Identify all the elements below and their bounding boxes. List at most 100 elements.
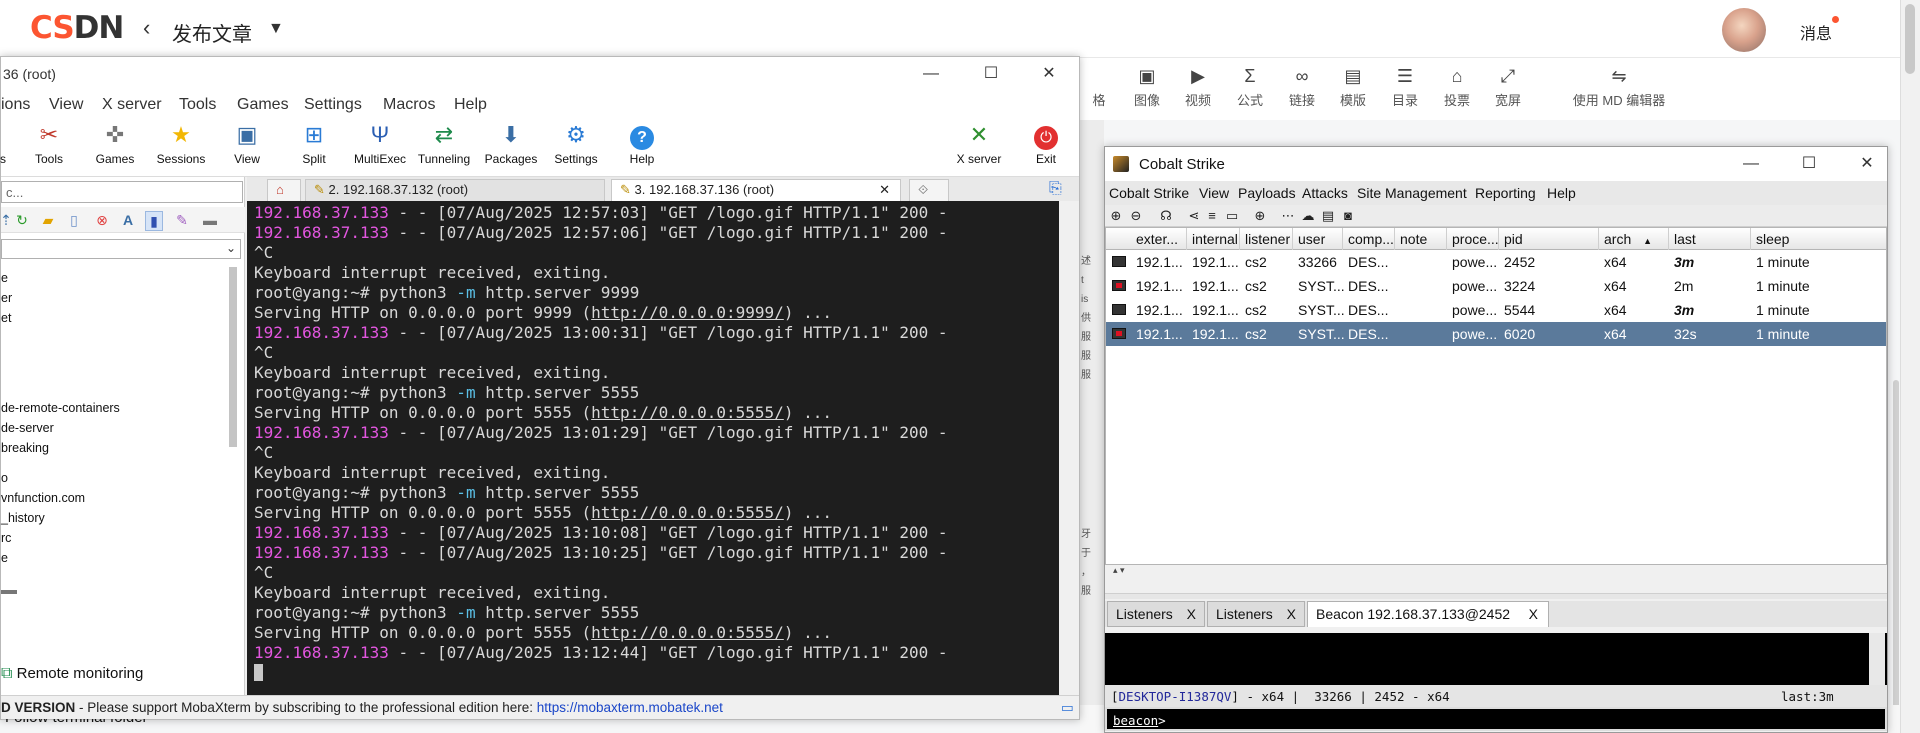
terminal-icon[interactable]: ▮ (145, 211, 163, 231)
toolbar-heading[interactable]: 格 (1074, 64, 1124, 109)
menu-payloads[interactable]: Payloads (1238, 185, 1296, 201)
toolbar-video[interactable]: ▶ 视频 (1173, 64, 1223, 109)
column-user[interactable]: user (1298, 231, 1325, 247)
toolbar-multiexec[interactable]: Ψ MultiExec (348, 121, 412, 166)
refresh-icon[interactable]: ↻ (13, 211, 31, 229)
toolbar-games[interactable]: ✜ Games (83, 121, 147, 166)
minimize-button[interactable]: — (911, 63, 951, 85)
new-folder-icon[interactable]: ▰ (39, 211, 57, 229)
table-row[interactable]: 192.1... 192.1... cs2 SYST... DES... powe... 3… (1106, 274, 1886, 298)
close-tab-icon[interactable]: X (1529, 602, 1538, 626)
beacon-console-output[interactable] (1105, 633, 1887, 685)
headphones-icon[interactable]: ☊ (1157, 207, 1175, 225)
column-arch[interactable]: arch ▲ (1604, 231, 1652, 247)
toolbar-link[interactable]: ∞ 链接 (1277, 64, 1327, 109)
list-item[interactable]: et (1, 311, 11, 325)
menu-xserver[interactable]: X server (102, 96, 162, 114)
toolbar-settings[interactable]: ⚙ Settings (544, 121, 608, 166)
remote-monitoring-toggle[interactable]: ⧉ Remote monitoring (1, 665, 143, 683)
column-note[interactable]: note (1400, 231, 1427, 247)
menu-help[interactable]: Help (1547, 185, 1576, 201)
file-list-hscrollbar[interactable] (1, 590, 17, 594)
list-item[interactable]: de-remote-containers (1, 401, 120, 415)
terminal-scrollbar[interactable] (1059, 201, 1079, 695)
list-item[interactable]: vnfunction.com (1, 491, 85, 505)
menu-settings[interactable]: Settings (304, 96, 362, 114)
cloud-download-icon[interactable]: ☁ (1299, 207, 1317, 225)
quick-connect-input[interactable]: c... (1, 181, 243, 203)
menu-cobalt-strike[interactable]: Cobalt Strike (1109, 185, 1189, 201)
share-icon[interactable]: ⋖ (1185, 207, 1203, 225)
toolbar-vote[interactable]: ⌂ 投票 (1432, 64, 1482, 109)
close-button[interactable]: ✕ (1029, 63, 1069, 85)
mobaxterm-link[interactable]: https://mobaxterm.mobatek.net (537, 700, 723, 715)
menu-view[interactable]: View (1199, 185, 1229, 201)
toolbar-toc[interactable]: ☰ 目录 (1380, 64, 1430, 109)
title-bar[interactable]: 36 (root) — ☐ ✕ (1, 57, 1079, 91)
column-process[interactable]: proce... (1452, 231, 1499, 247)
toolbar-split[interactable]: ⊞ Split (282, 121, 346, 166)
status-monitor-icon[interactable]: ▭ (1061, 700, 1074, 716)
resize-arrows-icon[interactable]: ▴ ▾ (1113, 565, 1125, 576)
close-button[interactable]: ✕ (1847, 153, 1887, 175)
close-tab-icon[interactable]: X (1187, 602, 1196, 626)
toolbar-tunneling[interactable]: ⇄ Tunneling (412, 121, 476, 166)
menu-view[interactable]: View (49, 96, 83, 114)
globe-icon[interactable]: ⊕ (1251, 207, 1269, 225)
console-scrollbar[interactable] (1869, 633, 1885, 685)
page-scrollbar-thumb[interactable] (1905, 4, 1915, 74)
column-pid[interactable]: pid (1504, 231, 1523, 247)
toolbar-exit[interactable]: ⏻ Exit (1014, 121, 1078, 166)
new-file-icon[interactable]: ▯ (65, 211, 83, 229)
list-icon[interactable]: ≡ (1203, 207, 1221, 225)
list-item[interactable]: o (1, 471, 8, 485)
split-divider[interactable] (1105, 593, 1887, 599)
list-item[interactable]: de-server (1, 421, 54, 435)
delete-icon[interactable]: ⊗ (93, 211, 111, 229)
toolbar-widescreen[interactable]: ⤢ 宽屏 (1483, 64, 1533, 109)
tab-beacon[interactable]: Beacon 192.168.37.133@2452 X (1307, 601, 1549, 627)
toolbar-switch-editor[interactable]: ⇋ 使用 MD 编辑器 (1564, 64, 1674, 109)
menu-sessions[interactable]: ions (1, 96, 30, 114)
paperclip-icon[interactable]: ⎘ (1049, 180, 1062, 198)
toolbar-sessions[interactable]: ★ Sessions (149, 121, 213, 166)
minus-circle-icon[interactable]: ⊖ (1127, 207, 1145, 225)
table-row[interactable]: 192.1... 192.1... cs2 SYST... DES... powe... 6… (1106, 322, 1886, 346)
csdn-logo[interactable]: CSDN (30, 10, 124, 46)
chevron-left-icon[interactable]: ‹ (143, 15, 150, 41)
close-tab-icon[interactable]: ✕ (879, 180, 890, 200)
list-item[interactable]: rc (1, 531, 11, 545)
list-item[interactable]: er (1, 291, 12, 305)
page-scrollbar[interactable] (1900, 0, 1920, 733)
menu-site-management[interactable]: Site Management (1357, 185, 1467, 201)
toolbar-view[interactable]: ▣ View (215, 121, 279, 166)
list-item[interactable]: e (1, 551, 8, 565)
column-computer[interactable]: comp... (1348, 231, 1394, 247)
toolbar-template[interactable]: ▤ 模版 (1328, 64, 1378, 109)
messages-link[interactable]: 消息 (1800, 20, 1832, 44)
tab-listeners-1[interactable]: Listeners X (1107, 601, 1205, 627)
toolbar-formula[interactable]: Σ 公式 (1225, 64, 1275, 109)
tab-session-3[interactable]: ✎ 3. 192.168.37.136 (root) ✕ (611, 179, 901, 201)
camera-icon[interactable]: ◙ (1339, 207, 1357, 225)
keyboard-dots-icon[interactable]: ⋯ (1279, 207, 1297, 225)
tab-listeners-2[interactable]: Listeners X (1207, 601, 1305, 627)
tab-session-2[interactable]: ✎ 2. 192.168.37.132 (root) (305, 179, 605, 201)
close-tab-icon[interactable]: X (1287, 602, 1296, 626)
keyboard-icon[interactable]: ▤ (1319, 207, 1337, 225)
column-listener[interactable]: listener (1245, 231, 1290, 247)
column-last[interactable]: last (1674, 231, 1696, 247)
toolbar-help[interactable]: ? Help (610, 121, 674, 166)
plus-circle-icon[interactable]: ⊕ (1107, 207, 1125, 225)
column-internal[interactable]: internal (1192, 231, 1238, 247)
table-row[interactable]: 192.1... 192.1... cs2 SYST... DES... powe... 5… (1106, 298, 1886, 322)
avatar[interactable] (1722, 8, 1766, 52)
pencil-icon[interactable]: ✎ (173, 211, 191, 229)
menu-reporting[interactable]: Reporting (1475, 185, 1536, 201)
rename-icon[interactable]: A (119, 211, 137, 229)
menu-games[interactable]: Games (237, 96, 289, 114)
beacon-command-input[interactable]: beacon> (1105, 707, 1887, 731)
toolbar-packages[interactable]: ⬇ Packages (479, 121, 543, 166)
list-item[interactable]: breaking (1, 441, 49, 455)
maximize-button[interactable]: ☐ (971, 63, 1011, 85)
